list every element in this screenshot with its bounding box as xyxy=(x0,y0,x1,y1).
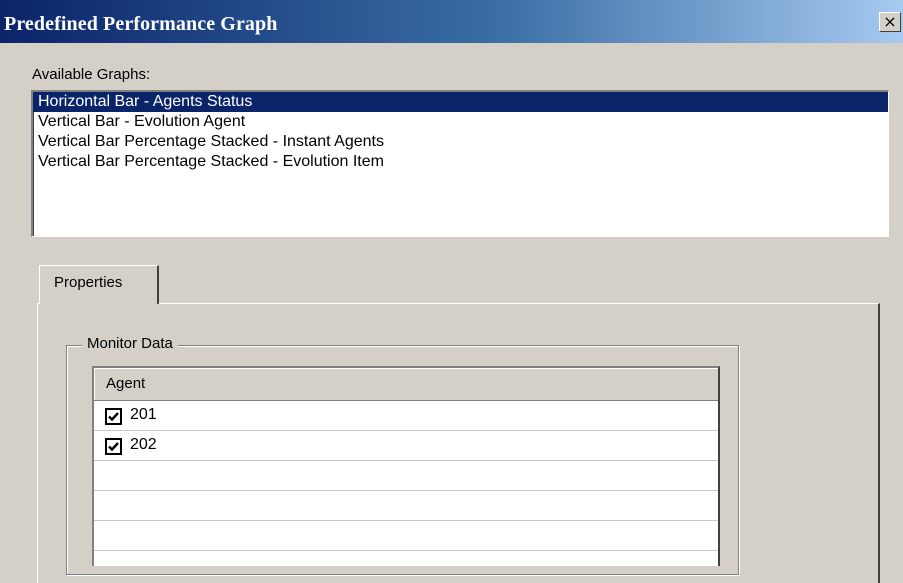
list-item[interactable]: Vertical Bar Percentage Stacked - Evolut… xyxy=(33,152,888,172)
list-item[interactable]: Vertical Bar Percentage Stacked - Instan… xyxy=(33,132,888,152)
list-item[interactable]: Horizontal Bar - Agents Status xyxy=(33,92,888,112)
title-bar[interactable]: Predefined Performance Graph × xyxy=(0,0,903,43)
monitor-data-title: Monitor Data xyxy=(82,335,178,352)
close-icon: × xyxy=(883,12,897,31)
row-label: 202 xyxy=(130,436,157,453)
available-graphs-list[interactable]: Horizontal Bar - Agents Status Vertical … xyxy=(31,90,889,237)
list-item[interactable]: Vertical Bar - Evolution Agent xyxy=(33,112,888,132)
row-label: 201 xyxy=(130,406,157,423)
agent-column-header-label: Agent xyxy=(106,375,146,392)
available-graphs-label: Available Graphs: xyxy=(32,66,151,83)
table-row[interactable] xyxy=(94,461,718,491)
tab-properties-label: Properties xyxy=(54,274,123,291)
table-row[interactable] xyxy=(94,491,718,521)
table-row[interactable] xyxy=(94,521,718,551)
close-button[interactable]: × xyxy=(879,12,901,32)
tab-properties[interactable]: Properties xyxy=(39,265,159,304)
checkbox-checked-icon[interactable] xyxy=(105,438,122,455)
table-row[interactable]: 201 xyxy=(94,401,718,431)
agent-grid[interactable]: Agent 201 202 xyxy=(92,366,720,566)
table-row[interactable]: 202 xyxy=(94,431,718,461)
agent-column-header[interactable]: Agent xyxy=(94,368,718,401)
window-title: Predefined Performance Graph xyxy=(4,13,278,35)
checkbox-checked-icon[interactable] xyxy=(105,408,122,425)
